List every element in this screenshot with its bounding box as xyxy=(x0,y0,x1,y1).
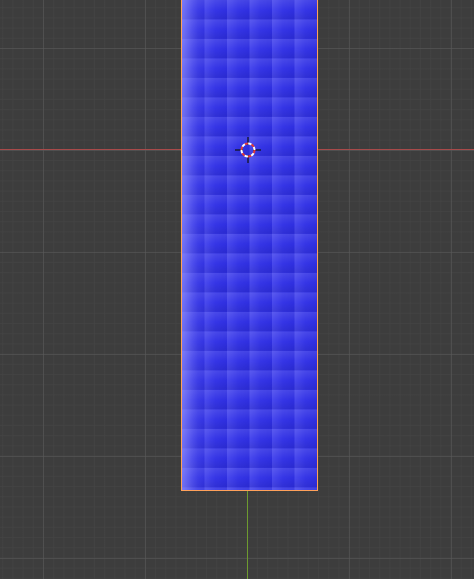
selected-mesh-object[interactable] xyxy=(181,0,318,491)
3d-viewport[interactable] xyxy=(0,0,474,579)
y-axis-line xyxy=(247,491,248,579)
3d-cursor-icon[interactable] xyxy=(233,135,263,165)
